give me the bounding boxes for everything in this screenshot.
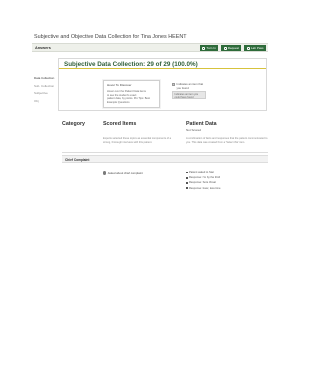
found-icon: [172, 83, 175, 87]
answer-text: Response: Sore throat: [188, 181, 216, 185]
summary-panel: Subjective Data Collection: 29 of 29 (10…: [58, 58, 267, 111]
hover-info-box: Hover To Discover Hover over the Patient…: [103, 80, 160, 108]
scored-item-row[interactable]: Asked about chief complaint: [103, 171, 143, 175]
info-box-line: Example Questions: [107, 100, 130, 104]
answer-text: Response: I'm by the third: [188, 176, 221, 180]
scored-items-description: Experts selected these topics as essenti…: [103, 137, 172, 144]
column-headers: Category Scored Items Patient Data Not S…: [62, 121, 272, 135]
category-header: Category: [62, 121, 85, 127]
legend-found-text: Indicates an item that you found: [176, 82, 204, 90]
scored-items-header: Scored Items: [103, 121, 137, 127]
toolbar-buttons: Turn In Request Lab Pass: [199, 45, 266, 51]
pass-icon: [246, 46, 250, 50]
page-title: Subjective and Objective Data Collection…: [34, 34, 187, 40]
scored-item-text: Asked about chief complaint: [107, 171, 143, 175]
sidebar-nav: Data Collection Sub. Collection Subjecti…: [34, 77, 56, 107]
bullet-icon: [186, 182, 188, 184]
send-icon: [202, 46, 206, 50]
info-box-title: Hover To Discover: [107, 83, 132, 87]
list-item: Response: fever, less time: [186, 186, 221, 191]
answer-text: Response: fever, less time: [188, 186, 221, 190]
patient-data-description: A combination of facts and responses tha…: [186, 137, 268, 144]
legend-found: Indicates an item that you found: [172, 82, 208, 90]
patient-data-header: Patient Data: [186, 121, 217, 127]
top-toolbar: Answers Turn In Request Lab Pass: [32, 43, 268, 52]
divider: [62, 152, 268, 153]
request-label: Request: [227, 46, 239, 50]
lab-pass-label: Lab Pass: [250, 46, 264, 50]
not-scored-label: Not Scored: [186, 128, 202, 132]
turn-in-label: Turn In: [206, 46, 216, 50]
bullet-icon: [186, 187, 188, 190]
section-header-chief-complaint: Chief Complaint: [62, 155, 268, 163]
panel-title: Subjective Data Collection: 29 of 29 (10…: [64, 61, 198, 68]
sidebar-item-obj[interactable]: Obj: [34, 99, 56, 108]
section-title: Chief Complaint: [65, 158, 90, 162]
check-circle-icon: [103, 171, 107, 175]
turn-in-button[interactable]: Turn In: [199, 45, 219, 51]
request-icon: [223, 46, 227, 50]
answer-text: Patient asked to Stat: [188, 171, 214, 175]
bullet-icon: [186, 176, 188, 179]
bullet-icon: [186, 171, 188, 174]
toolbar-label: Answers: [35, 45, 51, 50]
legend-missed-box: Indicates an item you could have found: [172, 91, 206, 99]
patient-answers-list: Patient asked to Stat Response: I'm by t…: [186, 170, 221, 191]
request-button[interactable]: Request: [221, 45, 242, 51]
panel-header: Subjective Data Collection: 29 of 29 (10…: [59, 59, 266, 69]
lab-pass-button[interactable]: Lab Pass: [244, 45, 266, 51]
